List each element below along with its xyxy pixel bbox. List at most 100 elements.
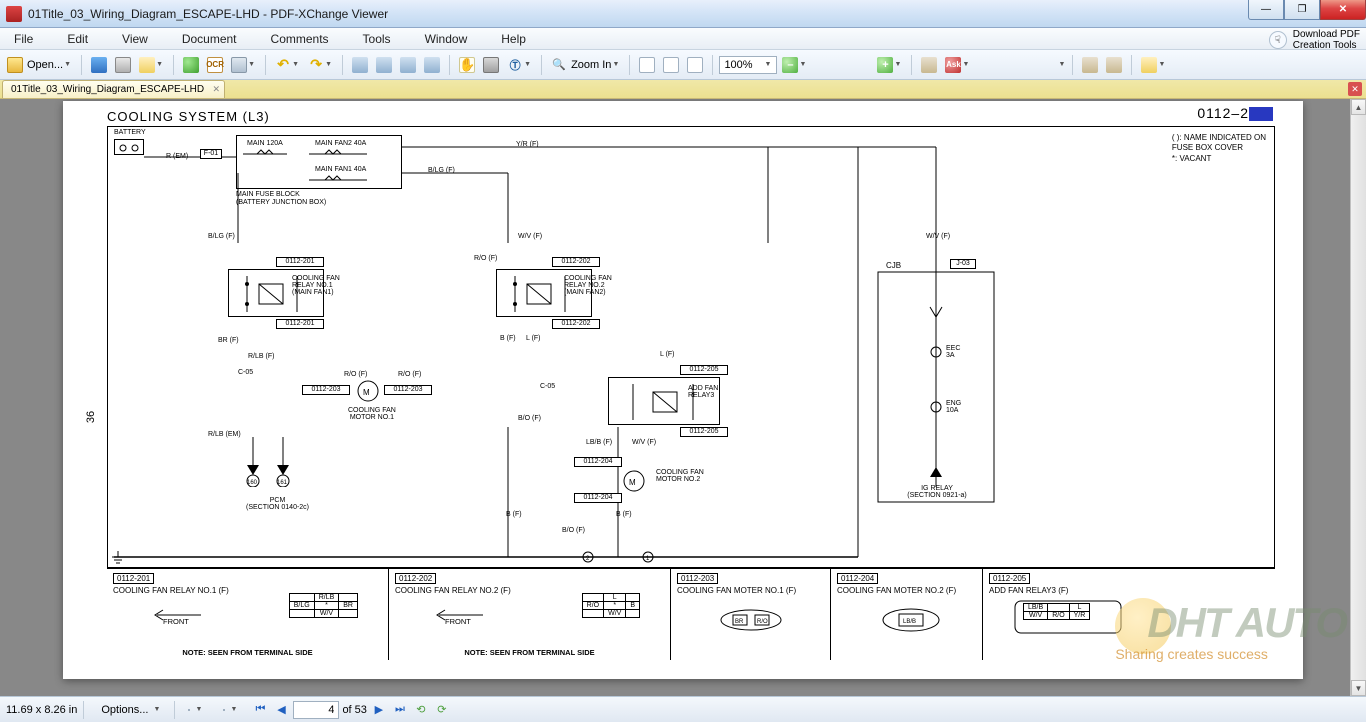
last-page-button[interactable]: ⏭ <box>391 701 409 719</box>
layers-button[interactable]: ▼ <box>216 700 245 720</box>
save-icon <box>91 57 107 73</box>
menu-comments[interactable]: Comments <box>265 30 335 48</box>
page-side-number: 36 <box>85 411 97 423</box>
bookmarks-button[interactable]: ▼ <box>181 700 210 720</box>
svg-text:M: M <box>363 388 370 397</box>
svg-text:BR: BR <box>735 619 744 625</box>
document-tab[interactable]: 01Title_03_Wiring_Diagram_ESCAPE-LHD ✕ <box>2 80 225 98</box>
zoom-in-icon: + <box>877 57 893 73</box>
layers-icon <box>223 709 225 711</box>
svg-text:160: 160 <box>247 480 258 486</box>
ask-button[interactable]: Ask▼ <box>942 54 973 76</box>
export-icon <box>183 57 199 73</box>
print-icon <box>115 57 131 73</box>
callout-button[interactable]: ▼ <box>1138 54 1169 76</box>
select-icon: Ⓣ <box>507 57 523 73</box>
rotate-all-button[interactable] <box>421 54 443 76</box>
scroll-down-button[interactable]: ▼ <box>1351 680 1366 696</box>
link-icon <box>921 57 937 73</box>
options-button[interactable]: Options...▼ <box>90 700 168 720</box>
ocr-button[interactable]: OCR <box>204 54 226 76</box>
page-dimensions: 11.69 x 8.26 in <box>6 704 77 716</box>
rotate-icon <box>400 57 416 73</box>
minimize-button[interactable]: — <box>1248 0 1284 20</box>
next-page-button[interactable]: ▶ <box>370 701 388 719</box>
redo-button[interactable]: ↷▼ <box>305 54 336 76</box>
rotate-cw-icon <box>376 57 392 73</box>
zoom-out-button[interactable]: –▼ <box>779 54 810 76</box>
page-total: of 53 <box>342 704 366 716</box>
menu-window[interactable]: Window <box>419 30 474 48</box>
bookmarks-icon <box>188 709 190 711</box>
rotate-ccw-icon <box>352 57 368 73</box>
maximize-button[interactable]: ❐ <box>1284 0 1320 20</box>
page-icon <box>639 57 655 73</box>
close-button[interactable]: ✕ <box>1320 0 1366 20</box>
rotate-ccw-button[interactable] <box>349 54 371 76</box>
diagram-code: 0112–2 <box>1197 105 1273 121</box>
document-viewport[interactable]: 36 COOLING SYSTEM (L3) 0112–2 ( ): NAME … <box>0 99 1366 696</box>
export-button[interactable] <box>180 54 202 76</box>
nav-forward-button[interactable]: ⟳ <box>433 701 451 719</box>
fit-width-icon <box>687 57 703 73</box>
email-button[interactable]: ▼ <box>136 54 167 76</box>
menu-help[interactable]: Help <box>495 30 532 48</box>
menu-tools[interactable]: Tools <box>357 30 397 48</box>
fit-width-button[interactable] <box>684 54 706 76</box>
pointer-icon: ☟ <box>1269 31 1287 49</box>
menu-view[interactable]: View <box>116 30 154 48</box>
hand-tool-button[interactable]: ✋ <box>456 54 478 76</box>
first-page-button[interactable]: ⏮ <box>251 701 269 719</box>
highlight-button[interactable] <box>1079 54 1101 76</box>
close-all-tabs-button[interactable]: ✕ <box>1348 82 1362 96</box>
rotate-page-button[interactable] <box>397 54 419 76</box>
nav-back-button[interactable]: ⟲ <box>412 701 430 719</box>
more-dropdown[interactable]: ▼ <box>1058 61 1066 68</box>
svg-text:M: M <box>629 478 636 487</box>
zoom-tool-button[interactable]: 🔍Zoom In▼ <box>548 54 623 76</box>
prev-page-button[interactable]: ◀ <box>272 701 290 719</box>
hand-icon: ✋ <box>459 57 475 73</box>
vertical-scrollbar[interactable]: ▲ ▼ <box>1350 99 1366 696</box>
tab-label: 01Title_03_Wiring_Diagram_ESCAPE-LHD <box>11 84 204 95</box>
rotate-cw-button[interactable] <box>373 54 395 76</box>
open-button[interactable]: Open...▼ <box>4 54 75 76</box>
titlebar: 01Title_03_Wiring_Diagram_ESCAPE-LHD - P… <box>0 0 1366 28</box>
mail-icon <box>139 57 155 73</box>
zoom-level-input[interactable]: 100%▼ <box>719 56 777 74</box>
pdf-page: 36 COOLING SYSTEM (L3) 0112–2 ( ): NAME … <box>63 101 1303 679</box>
svg-text:R/O: R/O <box>757 619 768 625</box>
ocr-icon: OCR <box>207 57 223 73</box>
strike-icon <box>1106 57 1122 73</box>
save-button[interactable] <box>88 54 110 76</box>
zoom-in-button[interactable]: +▼ <box>874 54 905 76</box>
current-page-input[interactable] <box>293 701 339 719</box>
snapshot-tool-button[interactable] <box>480 54 502 76</box>
snapshot-button[interactable]: ▼ <box>228 54 259 76</box>
tab-close-icon[interactable]: ✕ <box>213 84 221 95</box>
undo-button[interactable]: ↶▼ <box>272 54 303 76</box>
undo-icon: ↶ <box>275 57 291 73</box>
fit-page-button[interactable] <box>660 54 682 76</box>
ask-icon: Ask <box>945 57 961 73</box>
menu-document[interactable]: Document <box>176 30 243 48</box>
scroll-up-button[interactable]: ▲ <box>1351 99 1366 115</box>
diagram-title: COOLING SYSTEM (L3) <box>107 109 1275 124</box>
connector-footer: 0112-201 COOLING FAN RELAY NO.1 (F) R/LB… <box>107 568 1275 660</box>
window-title: 01Title_03_Wiring_Diagram_ESCAPE-LHD - P… <box>28 7 1248 21</box>
select-tool-button[interactable]: Ⓣ▼ <box>504 54 535 76</box>
magnifier-icon: 🔍 <box>551 57 567 73</box>
menubar: File Edit View Document Comments Tools W… <box>0 28 1366 50</box>
page-navigator: ⏮ ◀ of 53 ▶ ⏭ ⟲ ⟳ <box>251 701 450 719</box>
actual-size-button[interactable] <box>636 54 658 76</box>
menu-file[interactable]: File <box>8 30 39 48</box>
print-button[interactable] <box>112 54 134 76</box>
download-pdf-button[interactable]: ☟ Download PDF Creation Tools <box>1269 29 1360 51</box>
redo-icon: ↷ <box>308 57 324 73</box>
callout-icon <box>1141 57 1157 73</box>
link-tool-button[interactable] <box>918 54 940 76</box>
menu-edit[interactable]: Edit <box>61 30 94 48</box>
zoom-out-icon: – <box>782 57 798 73</box>
highlight-icon <box>1082 57 1098 73</box>
strike-button[interactable] <box>1103 54 1125 76</box>
